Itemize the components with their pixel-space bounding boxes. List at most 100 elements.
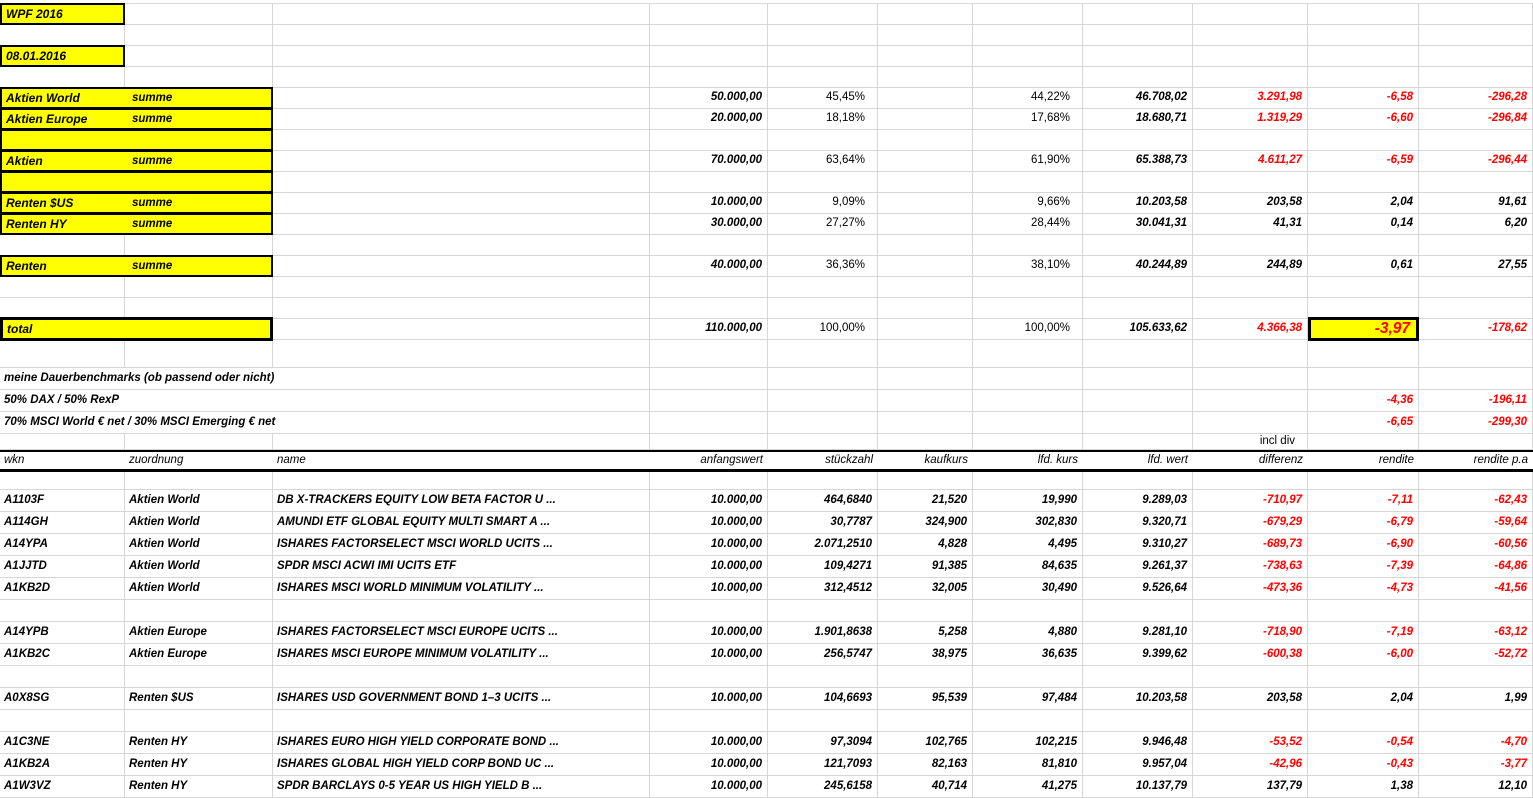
cell-anteil-plan[interactable]: 63,64%	[768, 151, 878, 171]
cell-h-empty[interactable]	[1083, 434, 1193, 449]
cell-h-empty[interactable]	[1083, 390, 1193, 411]
summary-label-cell[interactable]: Renten HY summe	[0, 213, 273, 235]
cell-differenz[interactable]: -718,90	[1193, 622, 1308, 643]
cell-c-empty[interactable]	[273, 235, 650, 255]
cell-zuordnung[interactable]: Renten $US	[125, 688, 273, 709]
total-label-cell[interactable]: total	[0, 317, 273, 341]
cell-g-empty[interactable]	[973, 277, 1083, 297]
cell-j-empty[interactable]	[1308, 4, 1419, 24]
cell-j-empty[interactable]	[1308, 235, 1419, 255]
cell-f-empty[interactable]	[878, 172, 973, 192]
cell-e-empty[interactable]	[768, 298, 878, 318]
cell-differenz[interactable]: -42,96	[1193, 754, 1308, 775]
header-cell-lfd-kurs[interactable]: lfd. kurs	[973, 452, 1083, 469]
cell-lfd-wert[interactable]: 18.680,71	[1083, 109, 1193, 129]
cell-rendite[interactable]: 0,61	[1308, 256, 1419, 276]
cell-a-empty[interactable]	[0, 340, 125, 367]
cell-c-empty[interactable]	[273, 151, 650, 171]
cell-f-empty[interactable]	[878, 235, 973, 255]
cell-f-empty[interactable]	[878, 256, 973, 276]
cell-wkn[interactable]: A1KB2D	[0, 578, 125, 599]
cell-rendite[interactable]: 1,38	[1308, 776, 1419, 797]
cell-lfd-wert[interactable]: 9.526,64	[1083, 578, 1193, 599]
cell-h-empty[interactable]	[1083, 710, 1193, 731]
cell-f-empty[interactable]	[878, 319, 973, 339]
cell-lfd-kurs[interactable]: 302,830	[973, 512, 1083, 533]
cell-wkn[interactable]: A0X8SG	[0, 688, 125, 709]
cell-rendite-pa[interactable]: 6,20	[1419, 214, 1533, 234]
summary-spacer-cell[interactable]	[0, 129, 273, 151]
cell-j-empty[interactable]	[1308, 277, 1419, 297]
cell-k-empty[interactable]	[1419, 4, 1533, 24]
cell-rendite-pa[interactable]: -41,56	[1419, 578, 1533, 599]
cell-f-empty[interactable]	[878, 600, 973, 621]
cell-stueckzahl[interactable]: 1.901,8638	[768, 622, 878, 643]
cell-e-empty[interactable]	[768, 472, 878, 489]
cell-zuordnung[interactable]: Renten HY	[125, 754, 273, 775]
cell-d-empty[interactable]	[650, 368, 768, 389]
cell-f-empty[interactable]	[878, 151, 973, 171]
cell-c-empty[interactable]	[273, 4, 650, 24]
cell-b-empty[interactable]	[125, 277, 273, 297]
cell-j-empty[interactable]	[1308, 666, 1419, 687]
cell-differenz[interactable]: 1.319,29	[1193, 109, 1308, 129]
cell-f-empty[interactable]	[878, 666, 973, 687]
cell-lfd-kurs[interactable]: 19,990	[973, 490, 1083, 511]
cell-lfd-wert[interactable]: 10.203,58	[1083, 193, 1193, 213]
summary-label-cell[interactable]: Aktien summe	[0, 150, 273, 172]
header-cell-lfd-wert[interactable]: lfd. wert	[1083, 452, 1193, 469]
cell-lfd-kurs[interactable]: 84,635	[973, 556, 1083, 577]
cell-h-empty[interactable]	[1083, 25, 1193, 45]
cell-d-empty[interactable]	[650, 434, 768, 449]
cell-differenz[interactable]: -679,29	[1193, 512, 1308, 533]
cell-i-empty[interactable]	[1193, 130, 1308, 150]
cell-stueckzahl[interactable]: 256,5747	[768, 644, 878, 665]
cell-i-empty[interactable]	[1193, 412, 1308, 433]
cell-zuordnung[interactable]: Aktien World	[125, 578, 273, 599]
cell-lfd-kurs[interactable]: 4,880	[973, 622, 1083, 643]
cell-c-empty[interactable]	[273, 472, 650, 489]
cell-e-empty[interactable]	[768, 390, 878, 411]
cell-differenz[interactable]: 4.366,38	[1193, 319, 1308, 339]
cell-i-empty[interactable]	[1193, 600, 1308, 621]
cell-rendite[interactable]: 2,04	[1308, 688, 1419, 709]
cell-f-empty[interactable]	[878, 472, 973, 489]
cell-j-empty[interactable]	[1308, 600, 1419, 621]
cell-anteil-ist[interactable]: 44,22%	[973, 88, 1083, 108]
cell-a-empty[interactable]	[0, 666, 125, 687]
cell-j-empty[interactable]	[1308, 130, 1419, 150]
cell-differenz[interactable]: -473,36	[1193, 578, 1308, 599]
cell-g-empty[interactable]	[973, 434, 1083, 449]
cell-b-empty[interactable]	[125, 472, 273, 489]
cell-kaufkurs[interactable]: 95,539	[878, 688, 973, 709]
cell-lfd-wert[interactable]: 46.708,02	[1083, 88, 1193, 108]
cell-j-empty[interactable]	[1308, 46, 1419, 66]
cell-e-empty[interactable]	[768, 46, 878, 66]
cell-rendite[interactable]: -4,36	[1308, 390, 1419, 411]
cell-j-empty[interactable]	[1308, 472, 1419, 489]
cell-wkn[interactable]: A14YPB	[0, 622, 125, 643]
cell-lfd-wert[interactable]: 9.289,03	[1083, 490, 1193, 511]
cell-differenz[interactable]: 203,58	[1193, 688, 1308, 709]
cell-name[interactable]: DB X-TRACKERS EQUITY LOW BETA FACTOR U .…	[273, 490, 650, 511]
cell-kaufkurs[interactable]: 4,828	[878, 534, 973, 555]
cell-anfangswert[interactable]: 10.000,00	[650, 732, 768, 753]
cell-k-empty[interactable]	[1419, 710, 1533, 731]
cell-rendite-pa[interactable]: -4,70	[1419, 732, 1533, 753]
cell-differenz[interactable]: 3.291,98	[1193, 88, 1308, 108]
cell-rendite[interactable]: -0,43	[1308, 754, 1419, 775]
cell-c-empty[interactable]	[273, 710, 650, 731]
cell-name[interactable]: ISHARES GLOBAL HIGH YIELD CORP BOND UC .…	[273, 754, 650, 775]
cell-a-empty[interactable]	[0, 434, 125, 449]
cell-name[interactable]: AMUNDI ETF GLOBAL EQUITY MULTI SMART A .…	[273, 512, 650, 533]
cell-rendite[interactable]: -6,90	[1308, 534, 1419, 555]
cell-i-empty[interactable]	[1193, 4, 1308, 24]
cell-differenz[interactable]: 4.611,27	[1193, 151, 1308, 171]
cell-i-empty[interactable]	[1193, 235, 1308, 255]
cell-stueckzahl[interactable]: 104,6693	[768, 688, 878, 709]
cell-stueckzahl[interactable]: 30,7787	[768, 512, 878, 533]
cell-differenz[interactable]: -738,63	[1193, 556, 1308, 577]
cell-i-empty[interactable]	[1193, 25, 1308, 45]
header-cell-stueckzahl[interactable]: stückzahl	[768, 452, 878, 469]
cell-rendite-pa[interactable]: -196,11	[1419, 390, 1533, 411]
